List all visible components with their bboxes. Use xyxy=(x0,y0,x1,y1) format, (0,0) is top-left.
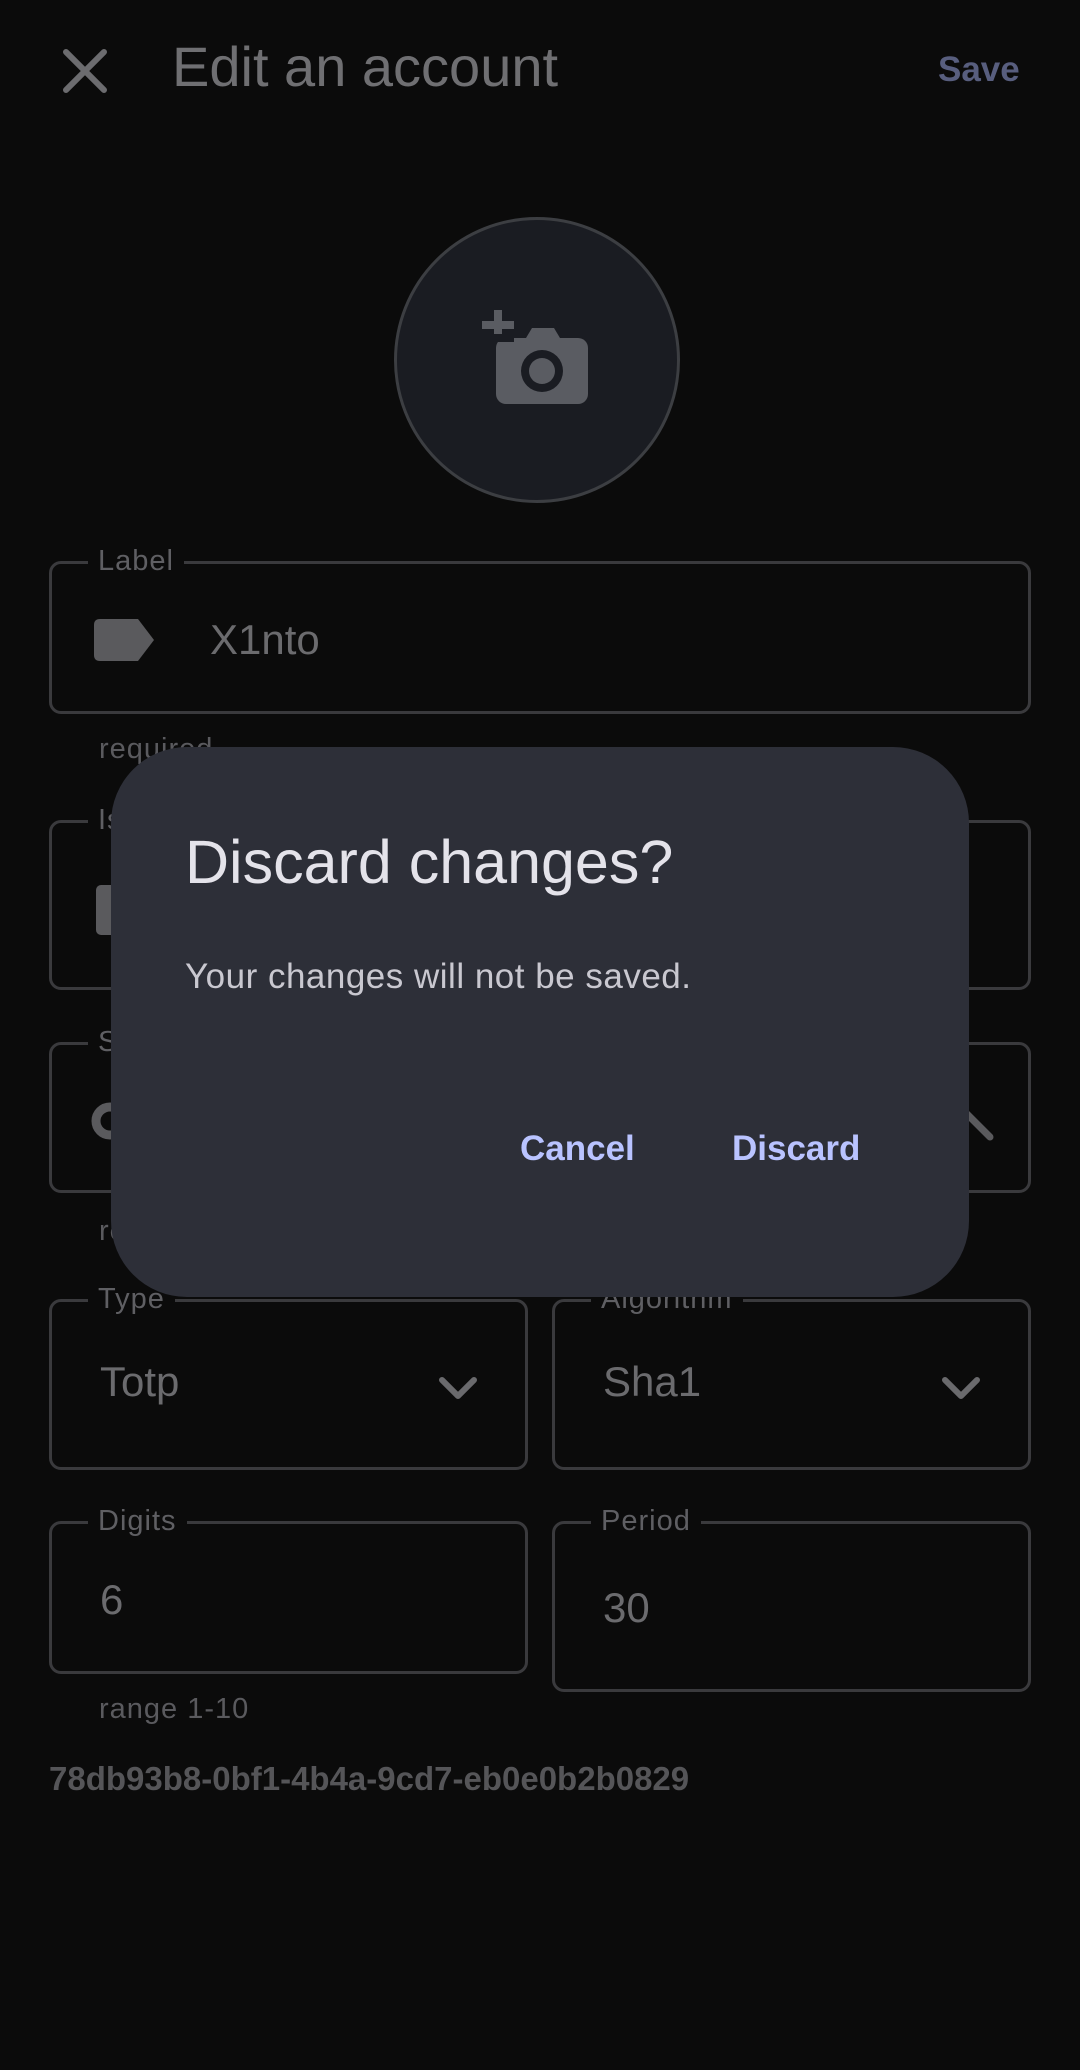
label-field-label: Label xyxy=(88,544,184,578)
digits-helper-text: range 1-10 xyxy=(99,1693,250,1725)
period-field[interactable]: Period 30 xyxy=(552,1504,1031,1692)
type-field-value: Totp xyxy=(100,1358,180,1405)
digits-field-label: Digits xyxy=(88,1504,187,1538)
save-button[interactable]: Save xyxy=(938,50,1020,90)
page-title: Edit an account xyxy=(172,35,559,98)
label-field[interactable]: Label X1nto xyxy=(49,544,1031,714)
digits-field[interactable]: Digits 6 xyxy=(49,1504,528,1674)
discard-changes-dialog: Discard changes? Your changes will not b… xyxy=(111,747,969,1297)
algorithm-dropdown[interactable]: Algorithm Sha1 xyxy=(552,1282,1031,1470)
period-field-label: Period xyxy=(591,1504,701,1538)
algorithm-field-value: Sha1 xyxy=(603,1358,702,1405)
cancel-button[interactable]: Cancel xyxy=(520,1129,635,1169)
account-icon-picker[interactable] xyxy=(394,217,680,503)
label-field-value: X1nto xyxy=(210,616,320,663)
period-field-value: 30 xyxy=(603,1584,650,1631)
type-dropdown[interactable]: Type Totp xyxy=(49,1282,528,1470)
close-button[interactable] xyxy=(52,38,118,104)
dialog-title: Discard changes? xyxy=(185,828,674,896)
discard-button[interactable]: Discard xyxy=(732,1129,860,1169)
label-tag-icon xyxy=(94,619,154,661)
add-a-photo-icon xyxy=(482,310,588,404)
chevron-down-icon xyxy=(942,1377,980,1399)
digits-field-value: 6 xyxy=(100,1576,124,1623)
account-uuid: 78db93b8-0bf1-4b4a-9cd7-eb0e0b2b0829 xyxy=(49,1760,690,1797)
edit-account-screen: Edit an account Save Label X1nto require… xyxy=(0,0,1080,2070)
close-icon xyxy=(63,49,107,93)
dialog-message: Your changes will not be saved. xyxy=(185,957,692,996)
chevron-down-icon xyxy=(439,1377,477,1399)
